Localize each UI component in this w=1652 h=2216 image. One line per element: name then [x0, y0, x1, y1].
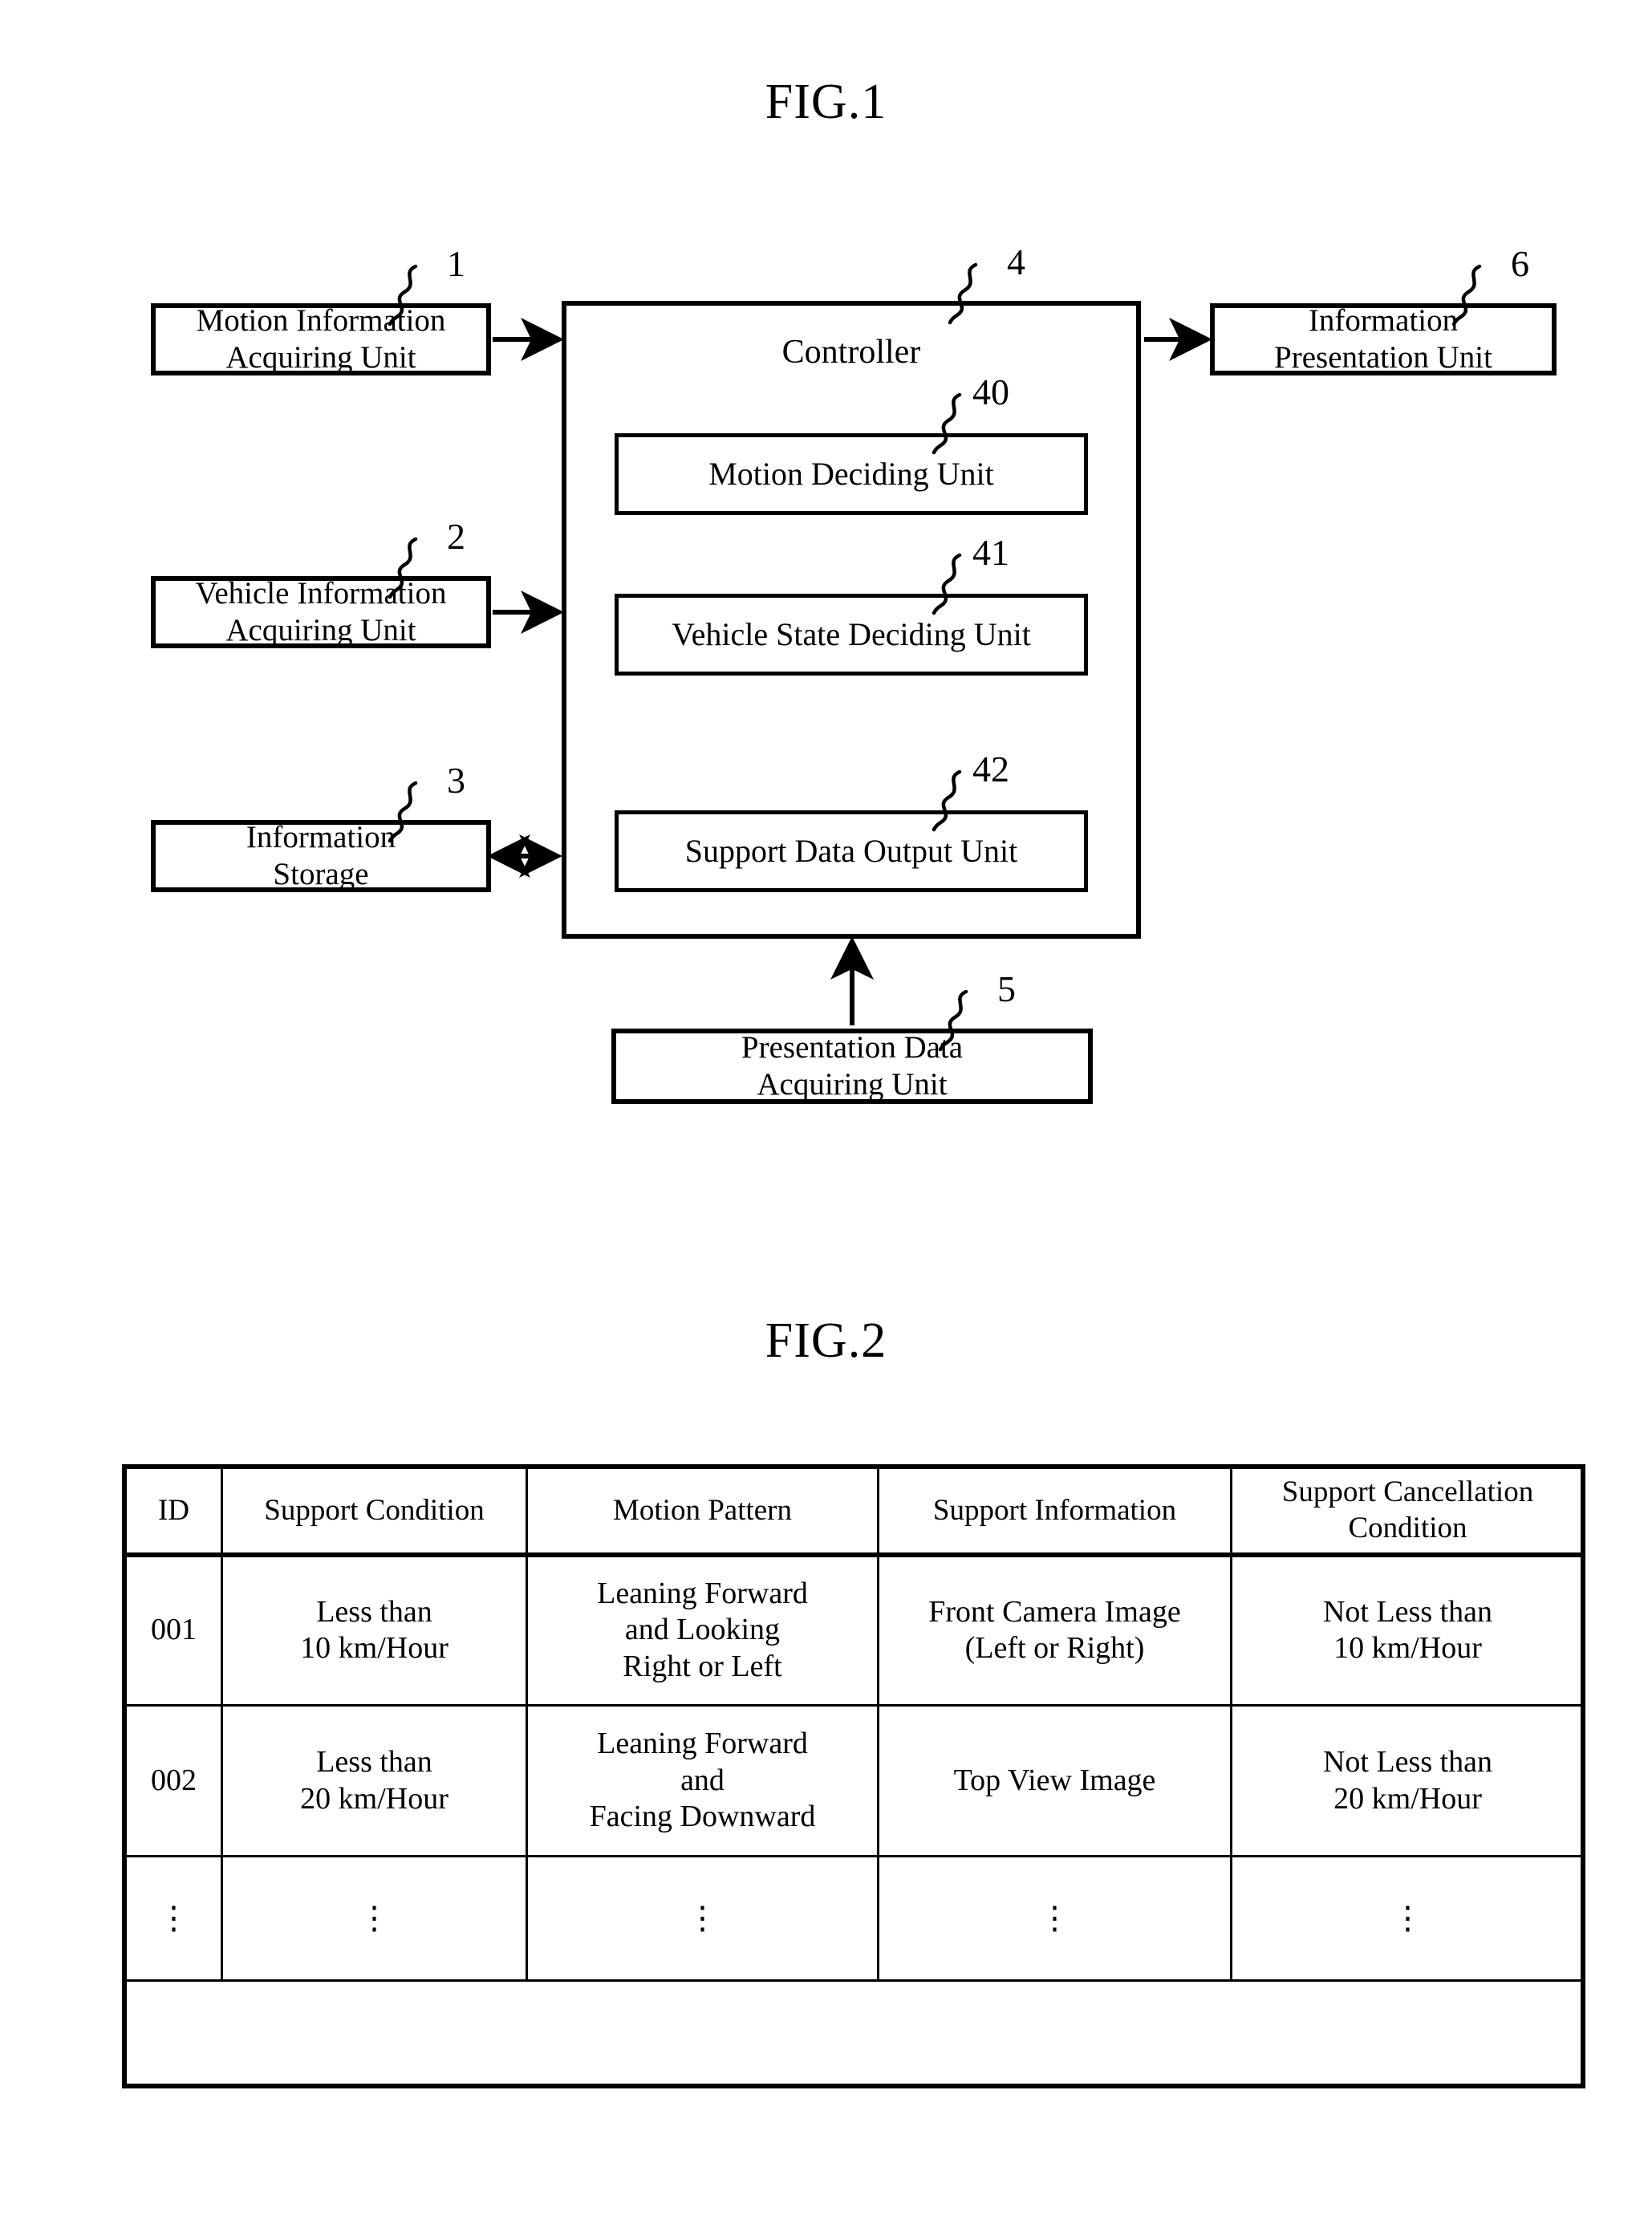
vertical-ellipsis-icon: ⋮: [1391, 1900, 1424, 1936]
block-support-data-output-unit: Support Data Output Unit: [615, 810, 1088, 892]
vertical-ellipsis-icon: ⋮: [686, 1900, 719, 1936]
block-label-line-1: Information: [246, 819, 396, 854]
block-presentation-data-acquiring-unit: Presentation Data Acquiring Unit: [611, 1029, 1093, 1104]
cell-id-ellipsis: ⋮: [124, 1855, 223, 1982]
patent-drawing-sheet: FIG.1 Motion Information Acquiring Unit …: [0, 0, 1652, 2216]
column-header-support-condition: Support Condition: [221, 1467, 528, 1557]
column-header-support-information: Support Information: [877, 1467, 1232, 1557]
cell-support-information: Top View Image: [877, 1704, 1232, 1857]
support-condition-table: ID Support Condition Motion Pattern Supp…: [124, 1467, 1585, 1982]
cell-line-2: 20 km/Hour: [1333, 1781, 1482, 1816]
cell-line-2: 10 km/Hour: [300, 1631, 449, 1666]
block-vehicle-information-acquiring-unit: Vehicle Information Acquiring Unit: [151, 576, 491, 648]
cell-line-3: Right or Left: [623, 1650, 782, 1684]
block-label-line-2: Acquiring Unit: [225, 340, 416, 375]
block-label-line-1: Motion Information: [196, 302, 446, 338]
block-label-line-2: Storage: [273, 857, 369, 891]
cell-id: 002: [124, 1704, 223, 1857]
block-motion-deciding-unit: Motion Deciding Unit: [615, 433, 1088, 515]
cell-support-cancellation-condition: Not Less than 20 km/Hour: [1230, 1704, 1585, 1857]
cell-motion-pattern-ellipsis: ⋮: [526, 1855, 879, 1982]
cell-line-1: Leaning Forward: [597, 1576, 808, 1610]
column-header-support-cancellation-condition: Support Cancellation Condition: [1230, 1467, 1585, 1557]
controller-label: Controller: [781, 334, 921, 371]
cell-support-information-ellipsis: ⋮: [877, 1855, 1232, 1982]
table-header-row: ID Support Condition Motion Pattern Supp…: [124, 1467, 1585, 1557]
cell-line-2: and: [680, 1763, 725, 1797]
block-label-line-1: Presentation Data: [741, 1029, 964, 1065]
block-label: Motion Deciding Unit: [708, 456, 994, 493]
block-label: Support Data Output Unit: [684, 833, 1018, 870]
header-line-2: Condition: [1348, 1511, 1467, 1544]
cell-line-1: Leaning Forward: [597, 1727, 808, 1761]
vertical-ellipsis-icon: ⋮: [157, 1900, 190, 1936]
block-information-presentation-unit: Information Presentation Unit: [1210, 303, 1557, 375]
table-row: 002 Less than 20 km/Hour Leaning Forward…: [124, 1704, 1585, 1857]
table-row: 001 Less than 10 km/Hour Leaning Forward…: [124, 1553, 1585, 1707]
cell-line-2: 10 km/Hour: [1333, 1631, 1482, 1666]
cell-support-information: Front Camera Image (Left or Right): [877, 1553, 1232, 1707]
cell-motion-pattern: Leaning Forward and Facing Downward: [526, 1704, 879, 1857]
cell-line-1: Front Camera Image: [928, 1594, 1181, 1629]
cell-support-cancellation-condition: Not Less than 10 km/Hour: [1230, 1553, 1585, 1707]
cell-support-cancellation-condition-ellipsis: ⋮: [1230, 1855, 1585, 1982]
block-vehicle-state-deciding-unit: Vehicle State Deciding Unit: [615, 594, 1088, 676]
block-label: Vehicle State Deciding Unit: [672, 616, 1031, 653]
cell-line-2: and Looking: [624, 1613, 781, 1647]
cell-motion-pattern: Leaning Forward and Looking Right or Lef…: [526, 1553, 879, 1707]
cell-line-1: Less than: [316, 1744, 432, 1779]
cell-support-condition-ellipsis: ⋮: [221, 1855, 528, 1982]
block-label-line-2: Acquiring Unit: [225, 613, 416, 647]
block-label-line-1: Vehicle Information: [195, 575, 447, 611]
cell-line-1: Not Less than: [1322, 1594, 1493, 1629]
cell-line-1: Top View Image: [953, 1763, 1156, 1797]
block-information-storage: Information Storage: [151, 820, 491, 892]
cell-support-condition: Less than 20 km/Hour: [221, 1704, 528, 1857]
cell-support-condition: Less than 10 km/Hour: [221, 1553, 528, 1707]
block-label-line-1: Information: [1308, 302, 1459, 338]
table-row-ellipsis: ⋮ ⋮ ⋮ ⋮ ⋮: [124, 1855, 1585, 1982]
column-header-id: ID: [124, 1467, 223, 1557]
block-label-line-2: Acquiring Unit: [757, 1067, 948, 1102]
cell-line-1: Not Less than: [1322, 1744, 1493, 1779]
cell-line-1: Less than: [316, 1594, 432, 1629]
cell-line-2: (Left or Right): [964, 1631, 1145, 1666]
header-line-1: Support Cancellation: [1281, 1475, 1534, 1509]
cell-id: 001: [124, 1553, 223, 1707]
vertical-ellipsis-icon: ⋮: [1038, 1900, 1071, 1936]
block-motion-information-acquiring-unit: Motion Information Acquiring Unit: [151, 303, 491, 375]
block-label-line-2: Presentation Unit: [1274, 340, 1492, 375]
column-header-motion-pattern: Motion Pattern: [526, 1467, 879, 1557]
cell-line-2: 20 km/Hour: [300, 1781, 449, 1816]
cell-line-3: Facing Downward: [589, 1800, 816, 1834]
figure-2-title: FIG.2: [765, 1313, 887, 1368]
vertical-ellipsis-icon: ⋮: [358, 1900, 391, 1936]
